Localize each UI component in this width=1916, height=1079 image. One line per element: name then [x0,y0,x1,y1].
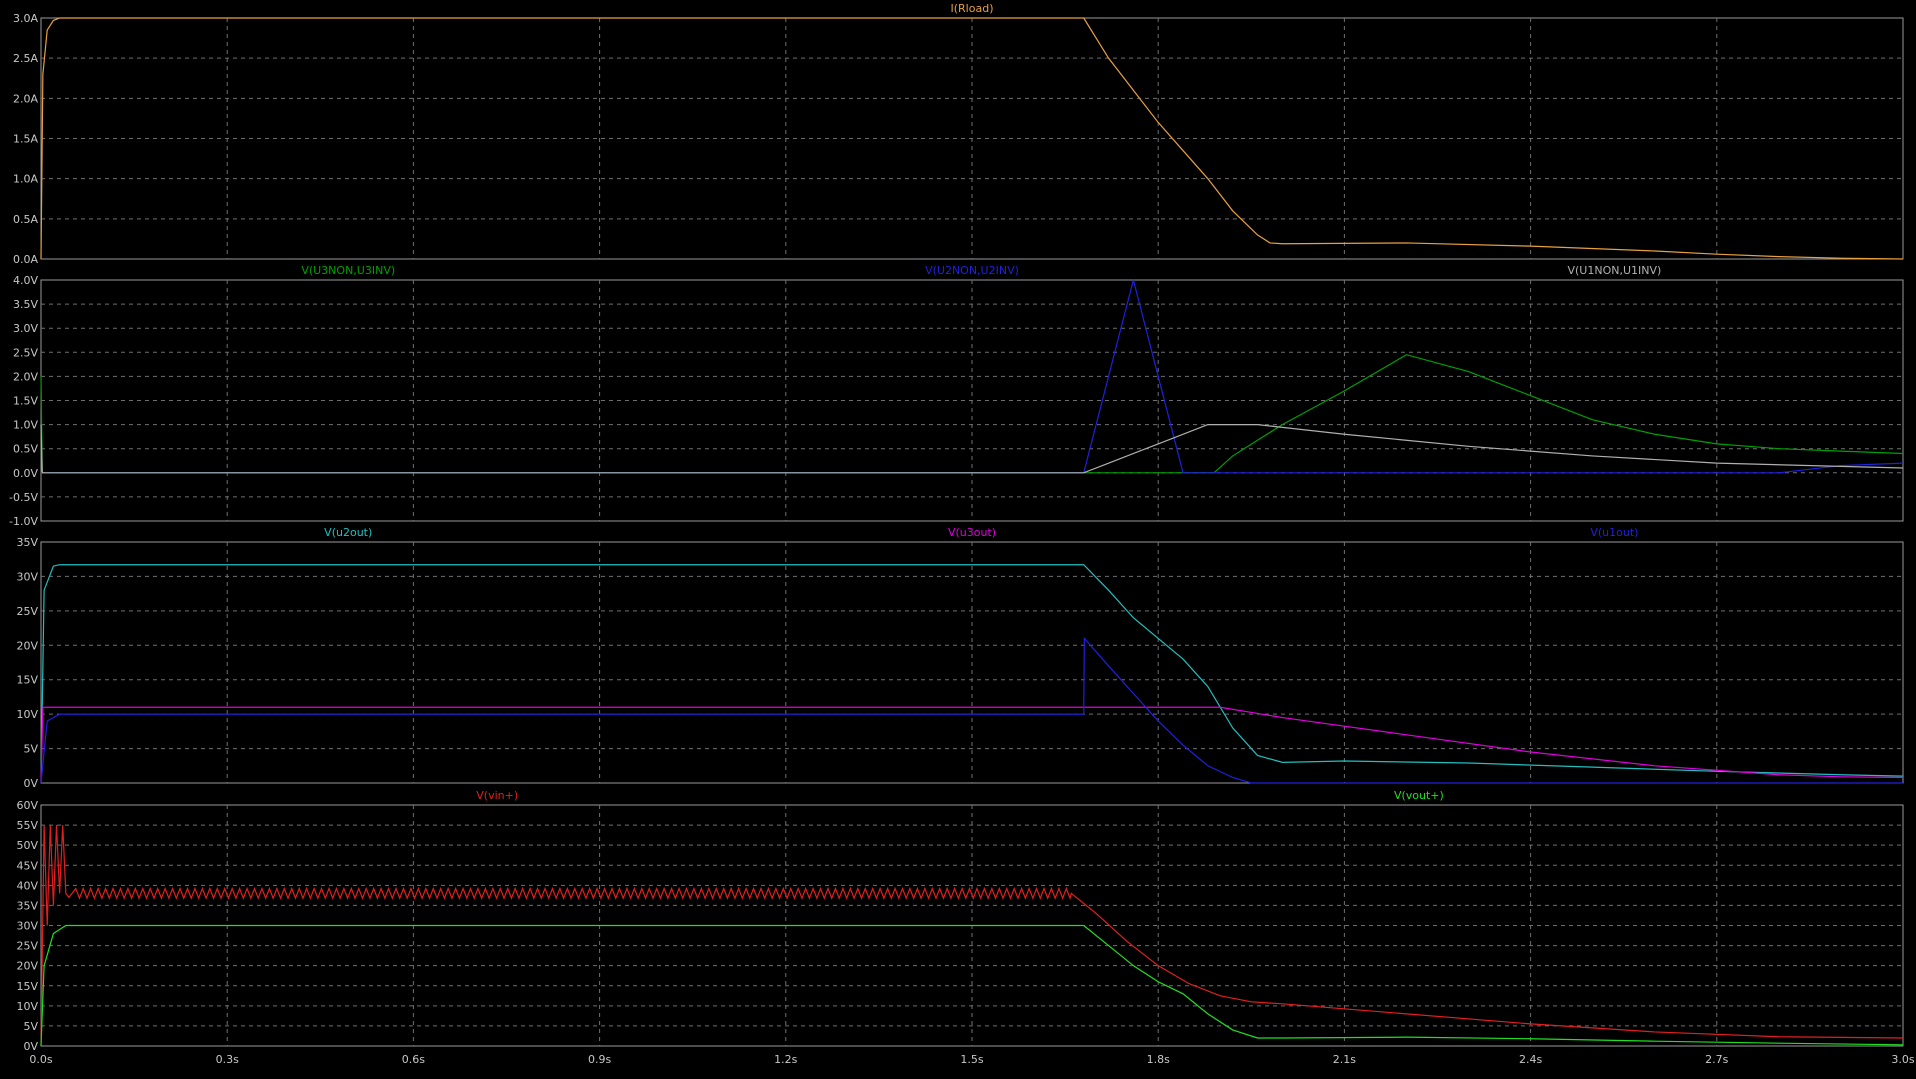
x-tick-label: 3.0s [1891,1053,1914,1066]
y-tick-label: -1.0V [9,515,38,528]
y-tick-label: 50V [16,839,38,852]
y-tick-label: 45V [16,859,38,872]
trace-label[interactable]: V(vin+) [476,789,518,802]
y-tick-label: 0.0V [13,467,38,480]
plot-pane-1[interactable]: 0.0A 0.5A 1.0A 1.5A 2.0A 2.5A 3.0A I(Rload) [13,2,1904,266]
y-tick-label: 0.5A [13,213,38,226]
trace-label[interactable]: V(vout+) [1394,789,1444,802]
y-tick-label: 2.0A [13,92,38,105]
x-tick-label: 1.5s [960,1053,983,1066]
trace-label[interactable]: I(Rload) [951,2,994,15]
x-tick-label: 1.2s [774,1053,797,1066]
y-tick-label: 15V [16,674,38,687]
y-tick-label: 0V [23,777,38,790]
y-tick-label: 2.5V [13,346,38,359]
y-tick-label: 30V [16,920,38,933]
plot-pane-2[interactable]: -1.0V -0.5V 0.0V 0.5V 1.0V 1.5V 2.0V 2.5V 3.0V 3.… [9,264,1904,528]
x-tick-label: 0.6s [402,1053,425,1066]
y-tick-label: 1.5A [13,133,38,146]
y-tick-label: 55V [16,819,38,832]
y-tick-label: 0V [23,1040,38,1053]
y-tick-label: 25V [16,605,38,618]
plot-pane-4[interactable]: 0.0s 0.3s 0.6s 0.9s 1.2s 1.5s 1.8s 2.1s 2.4s 2.7s… [16,789,1914,1066]
y-tick-label: 1.5V [13,395,38,408]
x-tick-label: 0.9s [588,1053,611,1066]
y-tick-label: 20V [16,960,38,973]
y-tick-label: 0.5V [13,443,38,456]
y-tick-label: 5V [23,743,38,756]
trace-label[interactable]: V(u2out) [324,526,372,539]
x-tick-label: 2.1s [1333,1053,1356,1066]
y-tick-label: 3.0V [13,322,38,335]
x-tick-label: 0.3s [216,1053,239,1066]
trace-label[interactable]: V(u3out) [948,526,996,539]
waveform-plot[interactable]: 0.0A 0.5A 1.0A 1.5A 2.0A 2.5A 3.0A I(Rload) -1.0… [0,0,1916,1074]
y-tick-label: 1.0A [13,173,38,186]
y-tick-label: 15V [16,980,38,993]
trace-label[interactable]: V(u1out) [1590,526,1638,539]
y-tick-label: 3.5V [13,298,38,311]
trace-label[interactable]: V(U2NON,U2INV) [925,264,1019,277]
y-tick-label: 20V [16,639,38,652]
y-tick-label: 10V [16,1000,38,1013]
x-tick-label: 0.0s [29,1053,52,1066]
trace-label[interactable]: V(U3NON,U3INV) [301,264,395,277]
y-tick-label: 5V [23,1020,38,1033]
waveform-viewer: 0.0A 0.5A 1.0A 1.5A 2.0A 2.5A 3.0A I(Rload) -1.0… [0,0,1916,1074]
x-tick-label: 1.8s [1147,1053,1170,1066]
y-tick-label: 4.0V [13,274,38,287]
y-tick-label: 60V [16,799,38,812]
y-tick-label: 40V [16,879,38,892]
y-tick-label: 30V [16,570,38,583]
x-tick-label: 2.7s [1705,1053,1728,1066]
y-tick-label: 10V [16,708,38,721]
y-tick-label: 35V [16,899,38,912]
y-tick-label: 35V [16,536,38,549]
y-tick-label: -0.5V [9,491,38,504]
trace-label[interactable]: V(U1NON,U1INV) [1567,264,1661,277]
x-tick-label: 2.4s [1519,1053,1542,1066]
y-tick-label: 0.0A [13,253,38,266]
y-tick-label: 1.0V [13,419,38,432]
y-tick-label: 2.0V [13,370,38,383]
y-tick-label: 2.5A [13,52,38,65]
y-tick-label: 3.0A [13,12,38,25]
y-tick-label: 25V [16,940,38,953]
plot-pane-3[interactable]: 0V 5V 10V 15V 20V 25V 30V 35V V(u2out) V(u3out) V(… [16,526,1904,790]
